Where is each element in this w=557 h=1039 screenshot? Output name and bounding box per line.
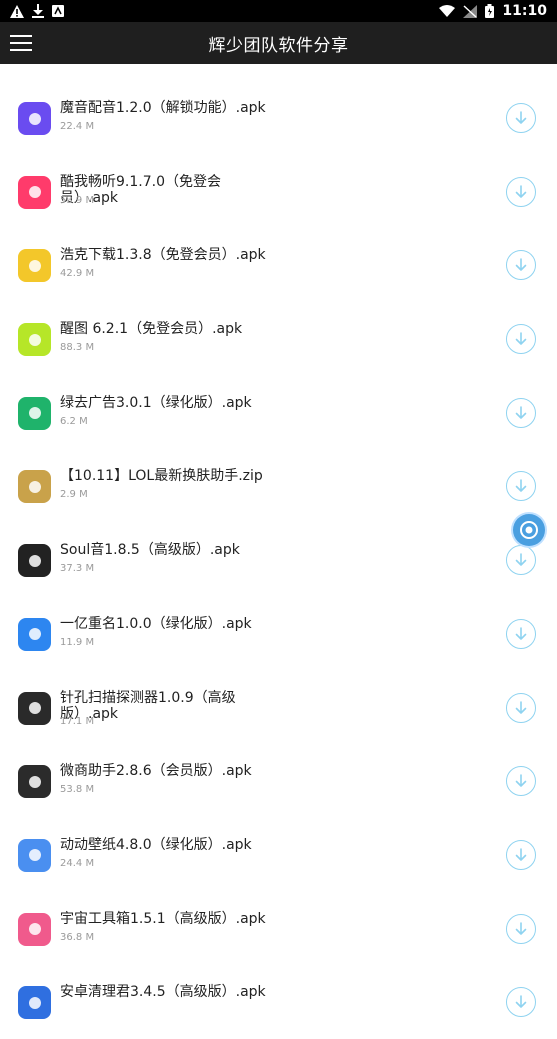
list-item[interactable]: 微商助手2.8.6（会员版）.apk 53.8 M: [0, 744, 557, 818]
list-item[interactable]: 浩克下载1.3.8（免登会员）.apk 42.9 M: [0, 228, 557, 302]
list-item[interactable]: 针孔扫描探测器1.0.9（高级版）.apk 17.1 M: [0, 671, 557, 745]
file-name: 醒图 6.2.1（免登会员）.apk: [60, 321, 243, 338]
status-left-icons: [10, 4, 64, 18]
app-notification-icon: [52, 5, 64, 17]
file-size: 2.9 M: [60, 489, 88, 501]
menu-icon-line: [10, 42, 32, 44]
lol-logo-icon: [18, 470, 51, 504]
download-arrow-icon: [515, 627, 527, 640]
file-size: 36.8 M: [60, 931, 95, 943]
audio-wave-icon: [18, 102, 51, 135]
warning-icon: [10, 4, 24, 18]
file-name: Soul音1.8.5（高级版）.apk: [60, 542, 240, 559]
download-button[interactable]: [506, 250, 536, 281]
file-size: 53.9 M: [60, 194, 95, 206]
cleaner-icon: [18, 986, 51, 1020]
download-button[interactable]: [506, 324, 536, 355]
file-name: 动动壁纸4.8.0（绿化版）.apk: [60, 836, 252, 853]
list-item[interactable]: 魔音配音1.2.0（解锁功能）.apk 22.4 M: [0, 81, 557, 155]
download-arrow-icon: [515, 553, 527, 566]
list-item[interactable]: 【10.11】LOL最新换肤助手.zip 2.9 M: [0, 449, 557, 523]
download-button[interactable]: [506, 176, 536, 207]
file-list: 魔音配音1.2.0（解锁功能）.apk 22.4 M 酷我畅听9.1.7.0（免登会…: [0, 81, 557, 1039]
file-size: 88.3 M: [60, 342, 95, 354]
status-right: 11:10: [439, 3, 547, 19]
file-size: 22.4 M: [60, 121, 95, 132]
download-arrow-icon: [515, 111, 527, 124]
download-arrow-icon: [515, 921, 527, 935]
file-name: 【10.11】LOL最新换肤助手.zip: [60, 468, 263, 485]
download-arrow-icon: [515, 258, 527, 272]
list-item[interactable]: 宇宙工具箱1.5.1（高级版）.apk 36.8 M: [0, 892, 557, 966]
list-item[interactable]: 绿去广告3.0.1（绿化版）.apk 6.2 M: [0, 376, 557, 450]
menu-icon: [10, 35, 32, 37]
circle-icon: [18, 323, 51, 357]
file-name: 绿去广告3.0.1（绿化版）.apk: [60, 394, 252, 411]
menu-icon-line: [10, 49, 32, 51]
file-size: 6.2 M: [60, 415, 88, 427]
download-button[interactable]: [506, 913, 536, 944]
download-arrow-icon: [515, 479, 527, 493]
1yz-icon: [18, 617, 51, 651]
download-arrow-icon: [515, 700, 527, 714]
download-arrow-icon: [515, 184, 527, 198]
hulk-icon: [18, 249, 51, 283]
file-name: 魔音配音1.2.0（解锁功能）.apk: [60, 100, 266, 116]
list-item[interactable]: 安卓清理君3.4.5（高级版）.apk: [0, 965, 557, 1039]
list-item[interactable]: Soul音1.8.5（高级版）.apk 37.3 M: [0, 523, 557, 597]
status-bar: 11:10: [0, 0, 557, 22]
menu-button[interactable]: [8, 28, 38, 58]
page-title: 辉少团队软件分享: [208, 35, 349, 56]
file-name: 浩克下载1.3.8（免登会员）.apk: [60, 247, 266, 264]
wechat-helper-icon: [18, 765, 51, 799]
soul-icon: [18, 544, 51, 578]
download-button[interactable]: [506, 545, 536, 576]
file-name: 一亿重名1.0.0（绿化版）.apk: [60, 615, 252, 632]
file-name: 安卓清理君3.4.5（高级版）.apk: [60, 984, 266, 1001]
download-arrow-icon: [515, 774, 527, 787]
download-button[interactable]: [506, 766, 536, 797]
list-item[interactable]: 酷我畅听9.1.7.0（免登会员）.apk 53.9 M: [0, 155, 557, 229]
download-button[interactable]: [506, 839, 536, 870]
file-size: 24.4 M: [60, 857, 95, 869]
file-size: 53.8 M: [60, 784, 95, 796]
floating-action-button[interactable]: [513, 514, 545, 546]
cool-logo-icon: [18, 175, 51, 209]
download-arrow-icon: [515, 405, 527, 419]
battery-icon: [485, 4, 495, 18]
target-icon: [520, 521, 538, 539]
file-name: 宇宙工具箱1.5.1（高级版）.apk: [60, 910, 266, 927]
download-button[interactable]: [506, 692, 536, 723]
download-button[interactable]: [506, 618, 536, 649]
file-size: 11.9 M: [60, 636, 95, 648]
camera-lens-icon: [18, 691, 51, 725]
download-button[interactable]: [506, 471, 536, 502]
download-arrow-icon: [515, 332, 527, 345]
download-button[interactable]: [506, 103, 536, 133]
download-button[interactable]: [506, 397, 536, 428]
download-arrow-icon: [515, 848, 527, 861]
file-size: 17.1 M: [60, 715, 95, 727]
download-button[interactable]: [506, 987, 536, 1018]
file-name: 微商助手2.8.6（会员版）.apk: [60, 763, 252, 780]
app-bar: 辉少团队软件分享: [0, 22, 557, 64]
download-arrow-icon: [515, 995, 527, 1009]
download-status-icon: [32, 4, 44, 18]
list-item[interactable]: 动动壁纸4.8.0（绿化版）.apk 24.4 M: [0, 818, 557, 892]
no-signal-icon: [463, 4, 478, 18]
list-item[interactable]: 一亿重名1.0.0（绿化版）.apk 11.9 M: [0, 597, 557, 671]
list-item[interactable]: 醒图 6.2.1（免登会员）.apk 88.3 M: [0, 302, 557, 376]
file-size: 42.9 M: [60, 268, 95, 280]
wifi-icon: [439, 5, 456, 17]
ad-block-icon: [18, 396, 51, 430]
universe-icon: [18, 912, 51, 946]
file-size: 37.3 M: [60, 563, 95, 575]
clock: 11:10: [502, 3, 547, 19]
wallpaper-icon: [18, 838, 51, 872]
